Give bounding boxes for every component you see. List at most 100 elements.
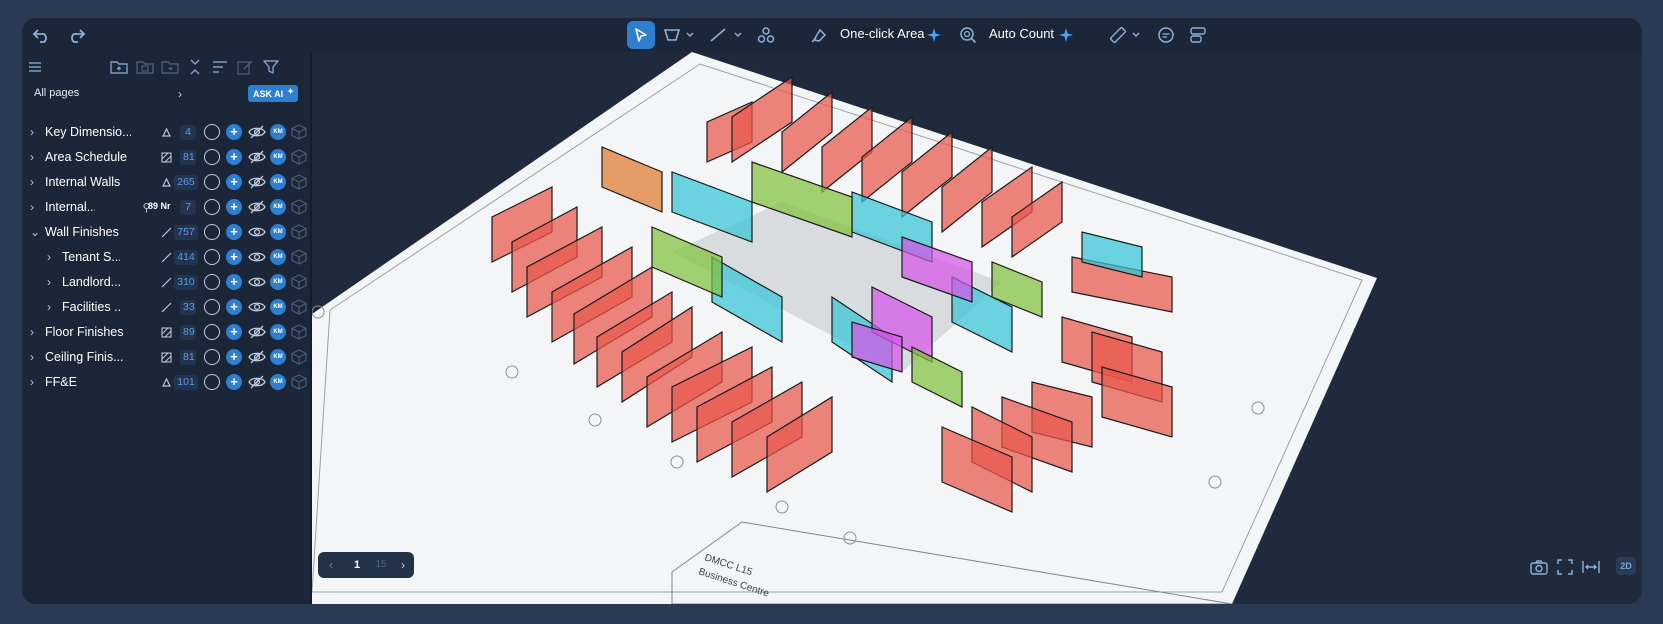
add-measurement-button[interactable]: + <box>226 224 242 240</box>
color-swatch-icon[interactable] <box>204 349 220 365</box>
collapse-all-icon[interactable] <box>184 56 206 78</box>
add-measurement-button[interactable]: + <box>226 174 242 190</box>
color-swatch-icon[interactable] <box>204 374 220 390</box>
auto-count-label[interactable]: Auto Count <box>989 26 1054 41</box>
ai-sparkle-icon[interactable] <box>924 21 944 49</box>
3d-cube-icon[interactable] <box>291 274 307 290</box>
chevron-right-icon[interactable]: › <box>30 200 34 214</box>
chevron-down-icon[interactable] <box>1130 21 1142 49</box>
add-measurement-button[interactable]: + <box>226 149 242 165</box>
km-badge-icon[interactable]: KM <box>270 224 286 240</box>
auto-count-icon[interactable] <box>956 21 980 49</box>
takeoff-row[interactable]: › FF&E 101 + KM <box>22 370 310 395</box>
comment-icon[interactable] <box>1154 21 1178 49</box>
add-measurement-button[interactable]: + <box>226 299 242 315</box>
color-swatch-icon[interactable] <box>204 324 220 340</box>
km-badge-icon[interactable]: KM <box>270 149 286 165</box>
add-measurement-button[interactable]: + <box>226 274 242 290</box>
filter-icon[interactable] <box>260 56 282 78</box>
chevron-right-icon[interactable]: › <box>47 300 51 314</box>
km-badge-icon[interactable]: KM <box>270 199 286 215</box>
line-tool-icon[interactable] <box>706 21 730 49</box>
color-swatch-icon[interactable] <box>204 249 220 265</box>
takeoff-row-label[interactable]: Internal Walls <box>45 175 131 189</box>
3d-cube-icon[interactable] <box>291 374 307 390</box>
eye-off-icon[interactable] <box>248 149 266 165</box>
takeoff-row-label[interactable]: FF&E <box>45 375 131 389</box>
km-badge-icon[interactable]: KM <box>270 174 286 190</box>
add-measurement-button[interactable]: + <box>226 124 242 140</box>
redo-icon[interactable] <box>62 21 90 49</box>
chevron-right-icon[interactable]: › <box>47 275 51 289</box>
3d-cube-icon[interactable] <box>291 149 307 165</box>
first-page-icon[interactable]: ‹ <box>322 556 340 574</box>
3d-cube-icon[interactable] <box>291 324 307 340</box>
takeoff-row-label[interactable]: Area Schedule <box>45 150 131 164</box>
takeoff-row[interactable]: › Internal Walls 265 + KM <box>22 170 310 195</box>
3d-cube-icon[interactable] <box>291 299 307 315</box>
color-swatch-icon[interactable] <box>204 224 220 240</box>
add-measurement-button[interactable]: + <box>226 324 242 340</box>
takeoff-row-label[interactable]: Landlord... <box>62 275 120 289</box>
takeoff-row[interactable]: › Tenant S... 414 + KM <box>22 245 310 270</box>
km-badge-icon[interactable]: KM <box>270 274 286 290</box>
eye-off-icon[interactable] <box>248 124 266 140</box>
km-badge-icon[interactable]: KM <box>270 299 286 315</box>
eye-off-icon[interactable] <box>248 374 266 390</box>
chevron-right-icon[interactable]: › <box>30 375 34 389</box>
km-badge-icon[interactable]: KM <box>270 324 286 340</box>
eye-off-icon[interactable] <box>248 174 266 190</box>
one-click-area-icon[interactable] <box>807 21 831 49</box>
chevron-down-icon[interactable] <box>684 21 696 49</box>
eye-off-icon[interactable] <box>248 324 266 340</box>
sort-icon[interactable] <box>209 56 231 78</box>
select-tool-icon[interactable] <box>627 21 655 49</box>
add-measurement-button[interactable]: + <box>226 349 242 365</box>
move-folder-icon[interactable] <box>159 56 181 78</box>
takeoff-row-label[interactable]: Internal... <box>45 200 95 214</box>
ask-ai-button[interactable]: ASK AI ✦ <box>248 85 298 102</box>
menu-icon[interactable] <box>24 56 46 78</box>
color-swatch-icon[interactable] <box>204 199 220 215</box>
fit-width-icon[interactable] <box>1580 556 1602 578</box>
3d-cube-icon[interactable] <box>291 224 307 240</box>
km-badge-icon[interactable]: KM <box>270 374 286 390</box>
page-scope-selector[interactable]: All pages › <box>30 85 186 105</box>
takeoff-row-label[interactable]: Tenant S... <box>62 250 120 264</box>
drawing-canvas[interactable]: DMCC L15 Business Centre ‹ 1 15 › 2D <box>312 52 1642 604</box>
takeoff-row-label[interactable]: Wall Finishes <box>45 225 131 239</box>
chevron-right-icon[interactable]: › <box>47 250 51 264</box>
copy-folder-icon[interactable] <box>134 56 156 78</box>
add-folder-icon[interactable] <box>108 56 130 78</box>
polygon-area-tool-icon[interactable] <box>660 21 684 49</box>
ai-sparkle-icon[interactable] <box>1056 21 1076 49</box>
takeoff-row-label[interactable]: Ceiling Finis... <box>45 350 131 364</box>
takeoff-row-label[interactable]: Facilities ... <box>62 300 120 314</box>
3d-cube-icon[interactable] <box>291 124 307 140</box>
chevron-right-icon[interactable]: › <box>30 325 34 339</box>
chevron-right-icon[interactable]: › <box>30 350 34 364</box>
takeoff-row[interactable]: › Landlord... 310 + KM <box>22 270 310 295</box>
color-swatch-icon[interactable] <box>204 124 220 140</box>
camera-icon[interactable] <box>1528 556 1550 578</box>
3d-cube-icon[interactable] <box>291 199 307 215</box>
3d-cube-icon[interactable] <box>291 249 307 265</box>
km-badge-icon[interactable]: KM <box>270 349 286 365</box>
eye-icon[interactable] <box>248 274 266 290</box>
eye-off-icon[interactable] <box>248 199 266 215</box>
one-click-area-label[interactable]: One-click Area <box>840 26 925 41</box>
chevron-down-icon[interactable] <box>732 21 744 49</box>
color-swatch-icon[interactable] <box>204 174 220 190</box>
annotation-icon[interactable] <box>1186 21 1210 49</box>
ruler-measure-icon[interactable] <box>1106 21 1130 49</box>
eye-icon[interactable] <box>248 299 266 315</box>
3d-model-view[interactable]: DMCC L15 Business Centre <box>312 52 1642 604</box>
view-mode-toggle[interactable]: 2D <box>1616 557 1636 575</box>
3d-cube-icon[interactable] <box>291 349 307 365</box>
color-swatch-icon[interactable] <box>204 274 220 290</box>
chevron-right-icon[interactable]: › <box>30 175 34 189</box>
km-badge-icon[interactable]: KM <box>270 249 286 265</box>
edit-icon[interactable] <box>234 56 256 78</box>
eye-icon[interactable] <box>248 249 266 265</box>
count-tool-icon[interactable] <box>754 21 778 49</box>
